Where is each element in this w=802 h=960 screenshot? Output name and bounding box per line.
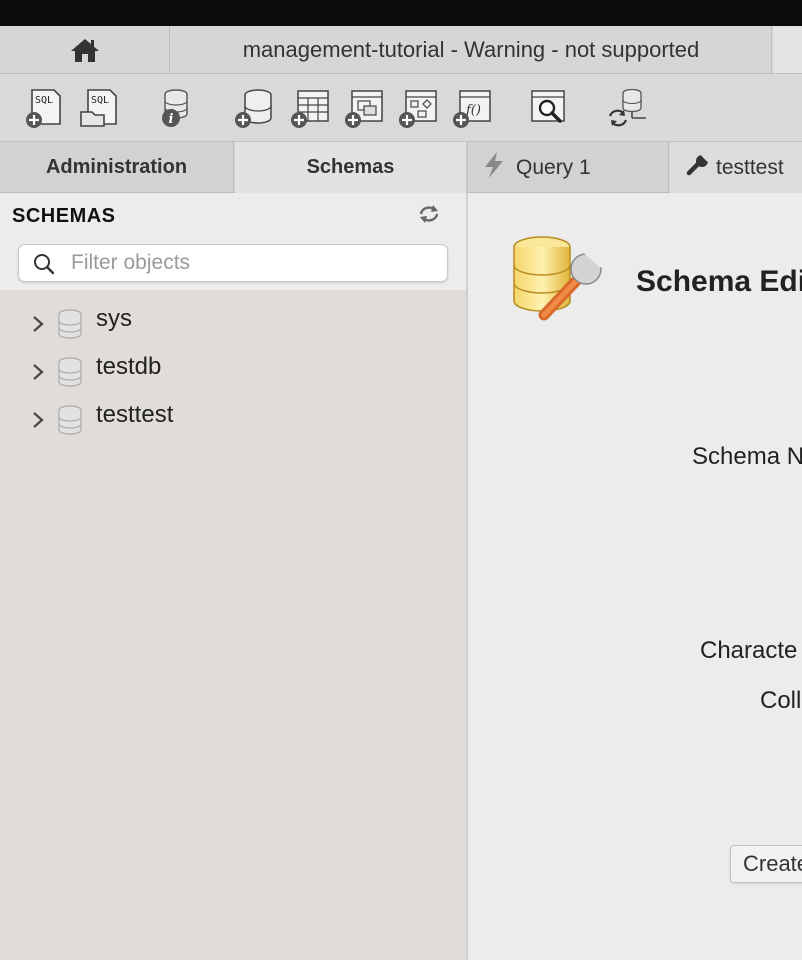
create-button[interactable]: Create xyxy=(730,845,802,883)
create-procedure-button[interactable] xyxy=(396,86,440,130)
schema-name: testtest xyxy=(96,401,174,428)
connection-tab[interactable]: management-tutorial - Warning - not supp… xyxy=(171,26,772,73)
tab-schemas[interactable]: Schemas xyxy=(235,142,466,193)
tab-administration-label: Administration xyxy=(45,156,188,178)
tab-query-1-label: Query 1 xyxy=(516,155,591,179)
connection-tab-bar: management-tutorial - Warning - not supp… xyxy=(0,26,802,74)
schema-editor-icon xyxy=(513,236,607,321)
database-icon xyxy=(58,309,82,339)
home-tab[interactable] xyxy=(0,26,170,73)
new-view-icon xyxy=(345,90,383,128)
tab-testtest-label: testtest xyxy=(716,155,784,179)
chevron-right-icon[interactable] xyxy=(30,362,46,382)
open-sql-script-button[interactable]: SQL xyxy=(78,86,122,130)
navigator-header: SCHEMAS xyxy=(0,193,466,290)
editor-tab-bar: Query 1 testtest xyxy=(466,142,802,193)
chevron-right-icon[interactable] xyxy=(30,410,46,430)
schema-editor-title: Schema Edi xyxy=(636,265,802,298)
schema-name: sys xyxy=(96,305,132,332)
schema-editor-panel: Schema Edi Schema N Characte Coll Create xyxy=(466,193,802,960)
server-info-button[interactable]: i xyxy=(152,86,196,130)
title-bar-strip xyxy=(0,0,802,26)
tab-administration[interactable]: Administration xyxy=(0,142,234,193)
search-table-data-button[interactable] xyxy=(528,86,572,130)
database-reconnect-icon xyxy=(608,88,646,127)
refresh-schemas-button[interactable] xyxy=(416,203,442,225)
connection-tab-label: management-tutorial - Warning - not supp… xyxy=(242,36,700,62)
tab-schemas-label: Schemas xyxy=(306,156,395,178)
new-table-icon xyxy=(291,90,329,128)
create-view-button[interactable] xyxy=(342,86,386,130)
schema-name: testdb xyxy=(96,353,162,380)
create-schema-button[interactable] xyxy=(232,86,276,130)
database-info-icon: i xyxy=(162,89,188,127)
schema-tree: sys testdb testtest xyxy=(0,303,466,447)
svg-text:SQL: SQL xyxy=(91,95,109,106)
collation-label: Coll xyxy=(760,687,802,714)
schemas-section-title: SCHEMAS xyxy=(12,205,116,227)
table-search-icon xyxy=(531,90,565,123)
refresh-icon xyxy=(419,205,439,223)
new-procedure-icon xyxy=(399,90,437,128)
filter-objects-input[interactable] xyxy=(71,249,441,277)
character-set-label: Characte xyxy=(700,637,798,664)
new-function-icon: f() xyxy=(453,90,491,128)
next-connection-tab[interactable] xyxy=(773,26,802,73)
database-icon xyxy=(58,405,82,435)
create-table-button[interactable] xyxy=(288,86,332,130)
main-toolbar: SQL SQL i f() xyxy=(0,74,802,142)
new-schema-icon xyxy=(235,89,272,128)
database-icon xyxy=(58,357,82,387)
schema-item-sys[interactable]: sys xyxy=(0,303,466,351)
sidebar-tab-bar: Administration Schemas xyxy=(0,142,466,193)
tab-testtest[interactable]: testtest xyxy=(670,142,802,193)
tab-query-1[interactable]: Query 1 xyxy=(468,142,669,193)
lightning-icon xyxy=(482,151,506,185)
schema-navigator: SCHEMAS sys xyxy=(0,193,466,960)
schema-name-label: Schema N xyxy=(692,443,802,470)
wrench-icon xyxy=(686,152,710,183)
schema-item-testdb[interactable]: testdb xyxy=(0,351,466,399)
svg-text:SQL: SQL xyxy=(35,95,53,106)
chevron-right-icon[interactable] xyxy=(30,314,46,334)
open-sql-file-icon: SQL xyxy=(80,89,117,127)
filter-objects-field[interactable] xyxy=(18,244,448,282)
new-sql-file-icon: SQL xyxy=(26,89,61,128)
schema-item-testtest[interactable]: testtest xyxy=(0,399,466,447)
search-icon xyxy=(34,254,55,275)
svg-text:i: i xyxy=(169,112,174,127)
create-function-button[interactable]: f() xyxy=(450,86,494,130)
home-icon xyxy=(70,38,99,62)
reconnect-button[interactable] xyxy=(606,86,650,130)
new-sql-tab-button[interactable]: SQL xyxy=(22,86,66,130)
